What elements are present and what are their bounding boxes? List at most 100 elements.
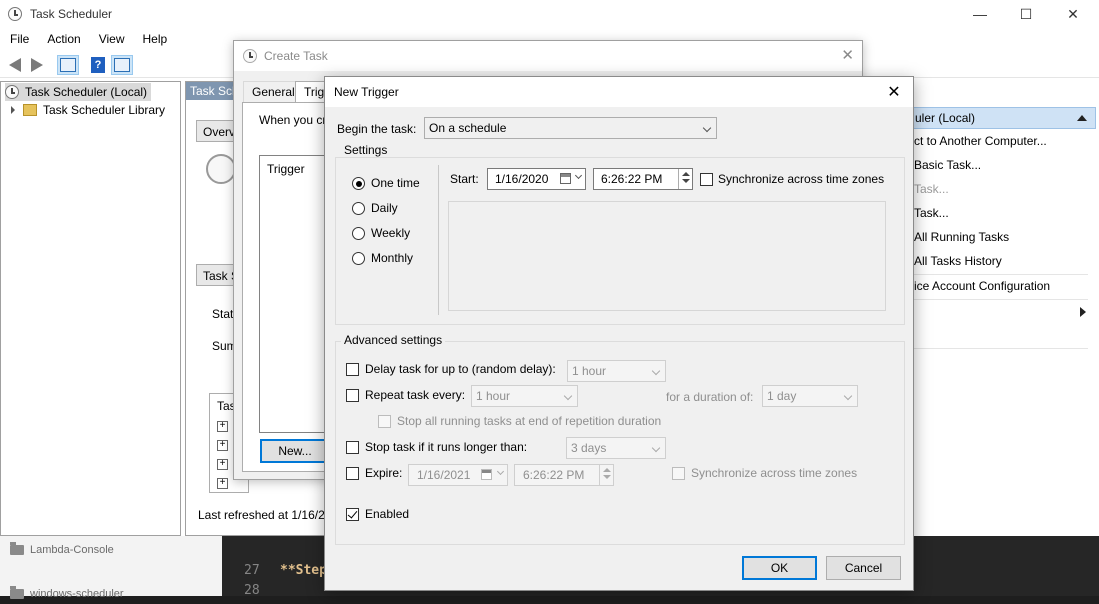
radio-monthly[interactable] bbox=[352, 252, 365, 265]
stop-if-longer-checkbox[interactable] bbox=[346, 441, 359, 454]
submenu-arrow-icon[interactable] bbox=[1080, 307, 1086, 317]
enabled-label[interactable]: Enabled bbox=[365, 507, 409, 521]
show-hide-console-tree-button[interactable] bbox=[57, 55, 79, 75]
chevron-down-icon bbox=[651, 366, 661, 376]
expire-checkbox[interactable] bbox=[346, 467, 359, 480]
chevron-down-icon bbox=[563, 391, 573, 401]
library-folder-icon bbox=[23, 104, 37, 116]
status-label: Stat bbox=[212, 307, 234, 321]
repeat-label[interactable]: Repeat task every: bbox=[365, 388, 465, 402]
separator bbox=[908, 348, 1088, 349]
help-button[interactable]: ? bbox=[87, 55, 109, 75]
radio-daily[interactable] bbox=[352, 202, 365, 215]
expand-plus-icon[interactable]: + bbox=[217, 421, 228, 432]
start-date-picker[interactable]: 1/16/2020 bbox=[487, 168, 586, 190]
spin-up-icon[interactable] bbox=[681, 172, 690, 176]
chevron-down-icon[interactable] bbox=[496, 467, 505, 476]
radio-monthly-label[interactable]: Monthly bbox=[371, 251, 413, 265]
menu-view[interactable]: View bbox=[89, 32, 133, 46]
settings-group-label: Settings bbox=[341, 143, 391, 157]
stop-running-tasks-label[interactable]: Stop all running tasks at end of repetit… bbox=[397, 414, 661, 428]
console-tree-icon bbox=[60, 58, 76, 72]
calendar-icon[interactable] bbox=[481, 469, 492, 480]
code-line: **Step bbox=[280, 563, 327, 578]
duration-label: for a duration of: bbox=[666, 390, 754, 404]
clock-icon bbox=[8, 7, 22, 21]
action-display-running-tasks[interactable]: All Running Tasks bbox=[914, 227, 1009, 247]
expire-date-picker[interactable]: 1/16/2021 bbox=[408, 464, 508, 486]
action-import-task[interactable]: Task... bbox=[914, 203, 949, 223]
tree-item-task-scheduler-local[interactable]: Task Scheduler (Local) bbox=[5, 83, 152, 101]
tree-item-task-scheduler-library[interactable]: Task Scheduler Library bbox=[11, 101, 169, 119]
cancel-button[interactable]: Cancel bbox=[826, 556, 901, 580]
dialog-title: New Trigger bbox=[334, 85, 399, 99]
collapse-up-icon[interactable] bbox=[1077, 115, 1087, 121]
explorer-item[interactable]: Lambda-Console bbox=[10, 540, 114, 560]
expand-plus-icon[interactable]: + bbox=[217, 478, 228, 489]
menu-file[interactable]: File bbox=[0, 32, 37, 46]
expand-plus-icon[interactable]: + bbox=[217, 459, 228, 470]
expire-time-picker[interactable]: 6:26:22 PM bbox=[514, 464, 614, 486]
sync-time-zones-checkbox[interactable] bbox=[700, 173, 713, 186]
chevron-down-icon[interactable] bbox=[574, 171, 583, 180]
enabled-checkbox[interactable] bbox=[346, 508, 359, 521]
stop-running-tasks-checkbox[interactable] bbox=[378, 415, 391, 428]
repeat-value: 1 hour bbox=[476, 389, 511, 403]
action-at-service-config[interactable]: ice Account Configuration bbox=[914, 276, 1050, 296]
separator bbox=[908, 274, 1088, 275]
duration-select[interactable]: 1 day bbox=[762, 385, 858, 407]
maximize-button[interactable]: ☐ bbox=[1003, 0, 1049, 28]
action-create-task[interactable]: Task... bbox=[914, 179, 949, 199]
back-button[interactable] bbox=[4, 55, 26, 75]
dialog-close-button[interactable]: ✕ bbox=[841, 46, 854, 64]
delay-select[interactable]: 1 hour bbox=[567, 360, 666, 382]
divider bbox=[438, 165, 439, 315]
stop-if-longer-select[interactable]: 3 days bbox=[566, 437, 666, 459]
clock-icon bbox=[5, 85, 19, 99]
time-spinner[interactable] bbox=[599, 465, 613, 485]
spin-down-icon[interactable] bbox=[681, 179, 690, 183]
line-number: 27 bbox=[244, 563, 260, 578]
radio-weekly[interactable] bbox=[352, 227, 365, 240]
radio-daily-label[interactable]: Daily bbox=[371, 201, 398, 215]
radio-one-time-label[interactable]: One time bbox=[371, 176, 420, 190]
radio-weekly-label[interactable]: Weekly bbox=[371, 226, 410, 240]
expire-sync-checkbox[interactable] bbox=[672, 467, 685, 480]
expire-sync-label[interactable]: Synchronize across time zones bbox=[691, 466, 857, 480]
ok-button[interactable]: OK bbox=[742, 556, 817, 580]
delay-label[interactable]: Delay task for up to (random delay): bbox=[365, 362, 556, 376]
time-spinner[interactable] bbox=[678, 169, 692, 189]
back-arrow-icon bbox=[9, 58, 21, 72]
expand-chevron-icon[interactable] bbox=[11, 106, 15, 114]
begin-task-select[interactable]: On a schedule bbox=[424, 117, 717, 139]
start-label: Start: bbox=[450, 172, 479, 186]
spin-down-icon[interactable] bbox=[602, 475, 611, 479]
expand-plus-icon[interactable]: + bbox=[217, 440, 228, 451]
new-trigger-button[interactable]: New... bbox=[260, 439, 330, 463]
action-connect-computer[interactable]: ct to Another Computer... bbox=[914, 131, 1047, 151]
menu-action[interactable]: Action bbox=[37, 32, 88, 46]
spin-up-icon[interactable] bbox=[602, 468, 611, 472]
actions-header[interactable]: uler (Local) bbox=[908, 107, 1096, 129]
radio-one-time[interactable] bbox=[352, 177, 365, 190]
start-time-picker[interactable]: 6:26:22 PM bbox=[593, 168, 693, 190]
expire-label[interactable]: Expire: bbox=[365, 466, 402, 480]
explorer-item[interactable]: windows-scheduler bbox=[10, 584, 124, 604]
action-enable-history[interactable]: All Tasks History bbox=[914, 251, 1002, 271]
explorer-item-label: Lambda-Console bbox=[30, 544, 114, 556]
delay-checkbox[interactable] bbox=[346, 363, 359, 376]
repeat-checkbox[interactable] bbox=[346, 389, 359, 402]
minimize-button[interactable]: — bbox=[957, 0, 1003, 28]
show-hide-action-pane-button[interactable] bbox=[111, 55, 133, 75]
calendar-icon[interactable] bbox=[560, 173, 571, 184]
stop-if-longer-label[interactable]: Stop task if it runs longer than: bbox=[365, 440, 527, 454]
menu-help[interactable]: Help bbox=[133, 32, 176, 46]
close-button[interactable]: ✕ bbox=[1050, 0, 1096, 28]
sync-time-zones-label[interactable]: Synchronize across time zones bbox=[718, 172, 884, 186]
window-title: Task Scheduler bbox=[30, 7, 113, 21]
repeat-select[interactable]: 1 hour bbox=[471, 385, 578, 407]
action-create-basic-task[interactable]: Basic Task... bbox=[914, 155, 981, 175]
forward-button[interactable] bbox=[26, 55, 48, 75]
expire-time-value: 6:26:22 PM bbox=[523, 468, 585, 482]
dialog-close-button[interactable]: ✕ bbox=[883, 81, 905, 103]
